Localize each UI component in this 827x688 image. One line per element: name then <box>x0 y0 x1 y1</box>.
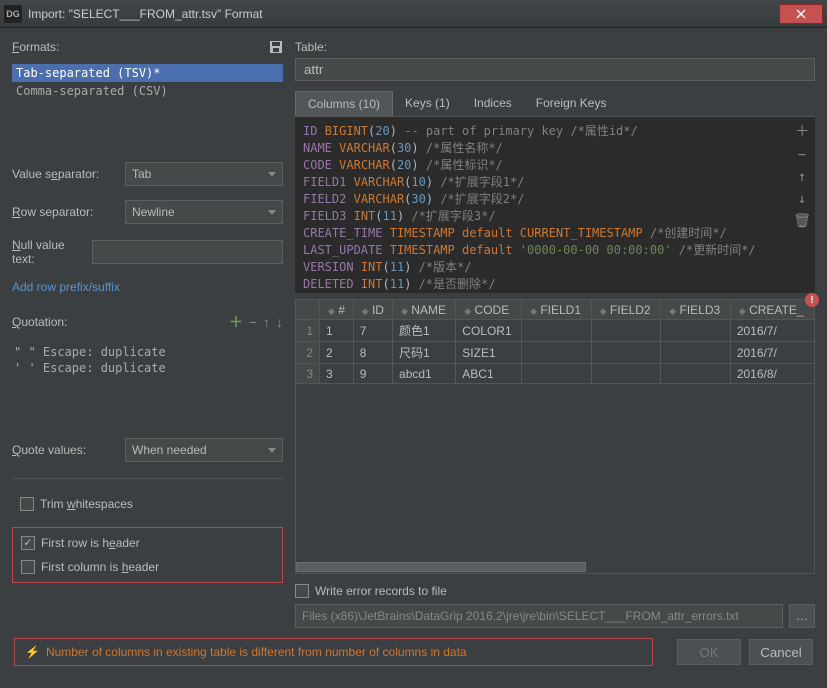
ddl-line: CODE VARCHAR(20) /*属性标识*/ <box>303 157 807 174</box>
up-icon[interactable]: ↑ <box>263 314 270 330</box>
remove-column-icon[interactable]: − <box>793 147 811 163</box>
ddl-line: CREATE_TIME TIMESTAMP default CURRENT_TI… <box>303 225 807 242</box>
table-row[interactable]: 117颜色1COLOR12016/7/ <box>296 320 815 342</box>
error-badge-icon[interactable]: ! <box>805 293 819 307</box>
table-name-input[interactable] <box>295 58 815 81</box>
remove-icon[interactable]: − <box>249 314 257 330</box>
ddl-line: FIELD2 VARCHAR(30) /*扩展字段2*/ <box>303 191 807 208</box>
table-row[interactable]: 228尺码1SIZE12016/7/ <box>296 342 815 364</box>
null-value-input[interactable] <box>92 240 283 264</box>
delete-icon[interactable]: 🗑 <box>793 213 811 229</box>
column-header[interactable]: ◆ # <box>320 300 354 320</box>
column-header[interactable]: ◆ CREATE_ <box>730 300 814 320</box>
tabs: Columns (10)Keys (1)IndicesForeign Keys <box>295 91 815 117</box>
null-value-label: Null value text: <box>12 238 84 266</box>
quote-values-combo[interactable]: When needed <box>125 438 283 462</box>
chevron-down-icon <box>268 210 276 215</box>
horizontal-scrollbar[interactable] <box>296 561 814 573</box>
format-item[interactable]: Comma-separated (CSV) <box>12 82 283 100</box>
ddl-line: LAST_UPDATE TIMESTAMP default '0000-00-0… <box>303 242 807 259</box>
trim-whitespace-checkbox[interactable]: Trim whitespaces <box>12 495 283 513</box>
separator <box>12 478 283 479</box>
error-file-path[interactable]: Files (x86)\JetBrains\DataGrip 2016.2\jr… <box>295 604 783 628</box>
ok-button[interactable]: OK <box>677 639 741 665</box>
tab-indices[interactable]: Indices <box>462 91 524 116</box>
window-title: Import: "SELECT___FROM_attr.tsv" Format <box>28 7 779 21</box>
ddl-line: ID BIGINT(20) -- part of primary key /*属… <box>303 123 807 140</box>
app-logo: DG <box>4 5 22 23</box>
chevron-down-icon <box>268 172 276 177</box>
close-button[interactable] <box>779 4 823 24</box>
quotation-label: Quotation: <box>12 315 67 329</box>
first-column-header-checkbox[interactable]: First column is header <box>13 558 282 576</box>
row-separator-label: Row separator: <box>12 205 117 219</box>
column-header[interactable]: ◆ ID <box>353 300 392 320</box>
lightning-icon: ⚡ <box>25 645 40 659</box>
quotation-item[interactable]: " " Escape: duplicate <box>12 344 283 360</box>
grid-empty-area <box>295 384 815 574</box>
close-icon <box>796 9 806 19</box>
ddl-line: NAME VARCHAR(30) /*属性名称*/ <box>303 140 807 157</box>
down-icon[interactable]: ↓ <box>276 314 283 330</box>
save-formats-icon[interactable] <box>269 40 283 54</box>
table-label: Table: <box>295 40 815 54</box>
formats-list[interactable]: Tab-separated (TSV)*Comma-separated (CSV… <box>12 64 283 100</box>
quotation-item[interactable]: ' ' Escape: duplicate <box>12 360 283 376</box>
warning-message: ⚡ Number of columns in existing table is… <box>14 638 653 666</box>
ddl-line: FIELD3 INT(11) /*扩展字段3*/ <box>303 208 807 225</box>
value-separator-combo[interactable]: Tab <box>125 162 283 186</box>
row-separator-value: Newline <box>132 205 175 219</box>
table-row[interactable]: 339abcd1ABC12016/8/ <box>296 364 815 384</box>
ddl-line: DELETED INT(11) /*是否删除*/ <box>303 276 807 293</box>
column-header[interactable]: ◆ CODE <box>456 300 522 320</box>
move-down-icon[interactable]: ↓ <box>793 191 811 207</box>
ddl-line: VERSION INT(11) /*版本*/ <box>303 259 807 276</box>
value-separator-value: Tab <box>132 167 151 181</box>
title-bar[interactable]: DG Import: "SELECT___FROM_attr.tsv" Form… <box>0 0 827 28</box>
ddl-line: FIELD1 VARCHAR(10) /*扩展字段1*/ <box>303 174 807 191</box>
quotation-list[interactable]: " " Escape: duplicate' ' Escape: duplica… <box>12 344 283 376</box>
column-header[interactable]: ◆ NAME <box>393 300 456 320</box>
add-icon[interactable]: ＋ <box>229 312 243 332</box>
column-header[interactable]: ◆ FIELD1 <box>522 300 592 320</box>
browse-button[interactable]: … <box>789 604 815 628</box>
cancel-button[interactable]: Cancel <box>749 639 813 665</box>
tab-columns-[interactable]: Columns (10) <box>295 91 393 116</box>
column-header[interactable]: ◆ FIELD2 <box>591 300 661 320</box>
add-prefix-suffix-link[interactable]: Add row prefix/suffix <box>12 280 283 294</box>
first-row-header-checkbox[interactable]: First row is header <box>13 534 282 552</box>
row-separator-combo[interactable]: Newline <box>125 200 283 224</box>
quote-values-label: Quote values: <box>12 443 117 457</box>
formats-label: Formats: <box>12 40 59 54</box>
preview-grid[interactable]: ◆ #◆ ID◆ NAME◆ CODE◆ FIELD1◆ FIELD2◆ FIE… <box>295 299 815 384</box>
rownum-header <box>296 300 320 320</box>
tab-foreign-keys[interactable]: Foreign Keys <box>524 91 619 116</box>
column-header[interactable]: ◆ FIELD3 <box>661 300 731 320</box>
add-column-icon[interactable]: ＋ <box>793 121 811 141</box>
format-item[interactable]: Tab-separated (TSV)* <box>12 64 283 82</box>
chevron-down-icon <box>268 448 276 453</box>
write-errors-checkbox[interactable]: Write error records to file <box>295 582 815 600</box>
move-up-icon[interactable]: ↑ <box>793 169 811 185</box>
quote-values-value: When needed <box>132 443 207 457</box>
tab-keys-[interactable]: Keys (1) <box>393 91 462 116</box>
header-options-highlight: First row is header First column is head… <box>12 527 283 583</box>
ddl-pane[interactable]: ＋ − ↑ ↓ 🗑 ID BIGINT(20) -- part of prima… <box>295 117 815 293</box>
value-separator-label: Value separator: <box>12 167 117 181</box>
